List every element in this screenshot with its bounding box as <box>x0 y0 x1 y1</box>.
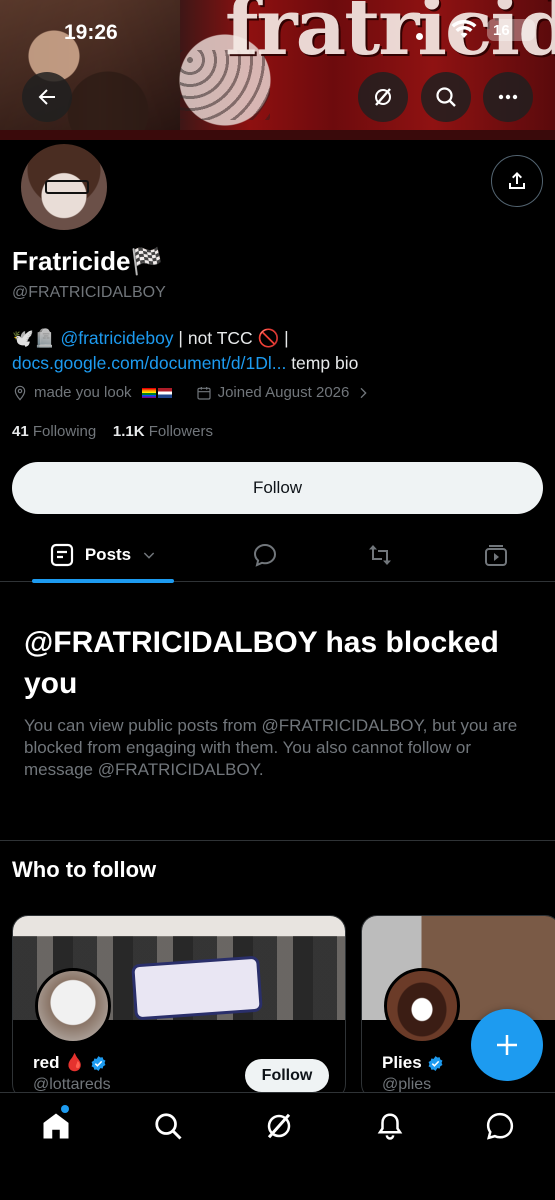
grok-icon[interactable] <box>264 1111 294 1141</box>
grok-button[interactable] <box>358 72 408 122</box>
suggestion-name: Plies <box>382 1053 444 1073</box>
notification-dot <box>61 1105 69 1113</box>
blocked-description: You can view public posts from @FRATRICI… <box>24 716 518 779</box>
status-icons: 16 <box>416 19 535 41</box>
share-icon <box>509 172 525 189</box>
follow-counts: 41 Following 1.1K Followers <box>12 423 213 440</box>
arrow-left-icon <box>38 89 55 105</box>
bio-mention-link[interactable]: @fratricideboy <box>60 328 173 348</box>
follow-button[interactable]: Follow <box>12 462 543 514</box>
status-time: 19:26 <box>64 21 118 44</box>
suggestion-name: red 🩸 <box>33 1053 107 1073</box>
tab-posts[interactable]: Posts <box>32 528 174 583</box>
more-button[interactable] <box>483 72 533 122</box>
dutch-flag-icon <box>157 387 172 398</box>
verified-badge-icon <box>91 1055 106 1071</box>
bio-url-link[interactable]: docs.google.com/document/d/1Dl... <box>12 353 286 373</box>
bottom-navigation <box>0 1092 555 1200</box>
repost-icon <box>369 545 391 565</box>
posts-tab-icon <box>50 543 73 567</box>
chevron-right-icon <box>360 387 367 398</box>
more-dots-icon <box>498 94 518 100</box>
profile-handle: @FRATRICIDALBOY <box>12 284 166 301</box>
back-button[interactable] <box>22 72 72 122</box>
grok-icon <box>375 88 391 106</box>
search-icon[interactable] <box>153 1111 183 1141</box>
bio-emoji: 🕊️🪦 <box>12 328 56 348</box>
following-link[interactable]: 41 Following <box>12 423 96 440</box>
share-button[interactable] <box>491 155 543 207</box>
wifi-icon <box>451 20 477 38</box>
compose-button[interactable] <box>471 1009 543 1081</box>
search-icon <box>436 87 456 107</box>
followers-link[interactable]: 1.1K Followers <box>113 423 213 440</box>
verified-badge-icon <box>428 1055 443 1071</box>
tab-posts-label: Posts <box>84 545 132 564</box>
media-icon <box>485 545 507 566</box>
avatar[interactable] <box>35 968 111 1044</box>
bell-icon[interactable] <box>375 1111 405 1141</box>
profile-joined[interactable]: Joined August 2026 <box>218 384 350 401</box>
status-dot-icon <box>416 32 423 40</box>
rainbow-flag-icon <box>141 387 156 398</box>
profile-meta: made you look Joined August 2026 <box>12 384 371 401</box>
profile-avatar[interactable] <box>17 140 111 234</box>
profile-location: made you look <box>34 384 132 401</box>
chevron-down-icon <box>143 552 155 559</box>
section-divider <box>0 840 555 841</box>
plus-icon <box>497 1035 517 1055</box>
avatar[interactable] <box>384 968 460 1044</box>
bio-text-mid: | not TCC 🚫 | <box>173 328 289 348</box>
reply-bubble-icon <box>253 543 277 567</box>
who-to-follow-title: Who to follow <box>12 857 157 882</box>
bio-text-end: temp bio <box>286 353 359 373</box>
suggestion-card[interactable]: red 🩸 @lottareds Follow <box>12 915 346 1100</box>
location-pin-icon <box>14 385 26 401</box>
messages-icon[interactable] <box>485 1111 515 1141</box>
tab-replies[interactable] <box>240 528 290 582</box>
battery-indicator: 16 <box>487 19 535 41</box>
flags-icons <box>141 387 172 398</box>
search-button[interactable] <box>421 72 471 122</box>
blocked-title: @FRATRICIDALBOY has blocked you <box>24 626 499 700</box>
home-icon[interactable] <box>41 1111 71 1141</box>
profile-bio: 🕊️🪦 @fratricideboy | not TCC 🚫 | docs.go… <box>12 326 512 376</box>
suggestion-follow-button[interactable]: Follow <box>245 1059 329 1092</box>
calendar-icon <box>196 386 211 400</box>
profile-tabs: Posts <box>0 528 555 583</box>
tab-reposts[interactable] <box>355 528 405 582</box>
profile-name: Fratricide🏁 <box>12 246 163 276</box>
tab-media[interactable] <box>471 528 521 582</box>
